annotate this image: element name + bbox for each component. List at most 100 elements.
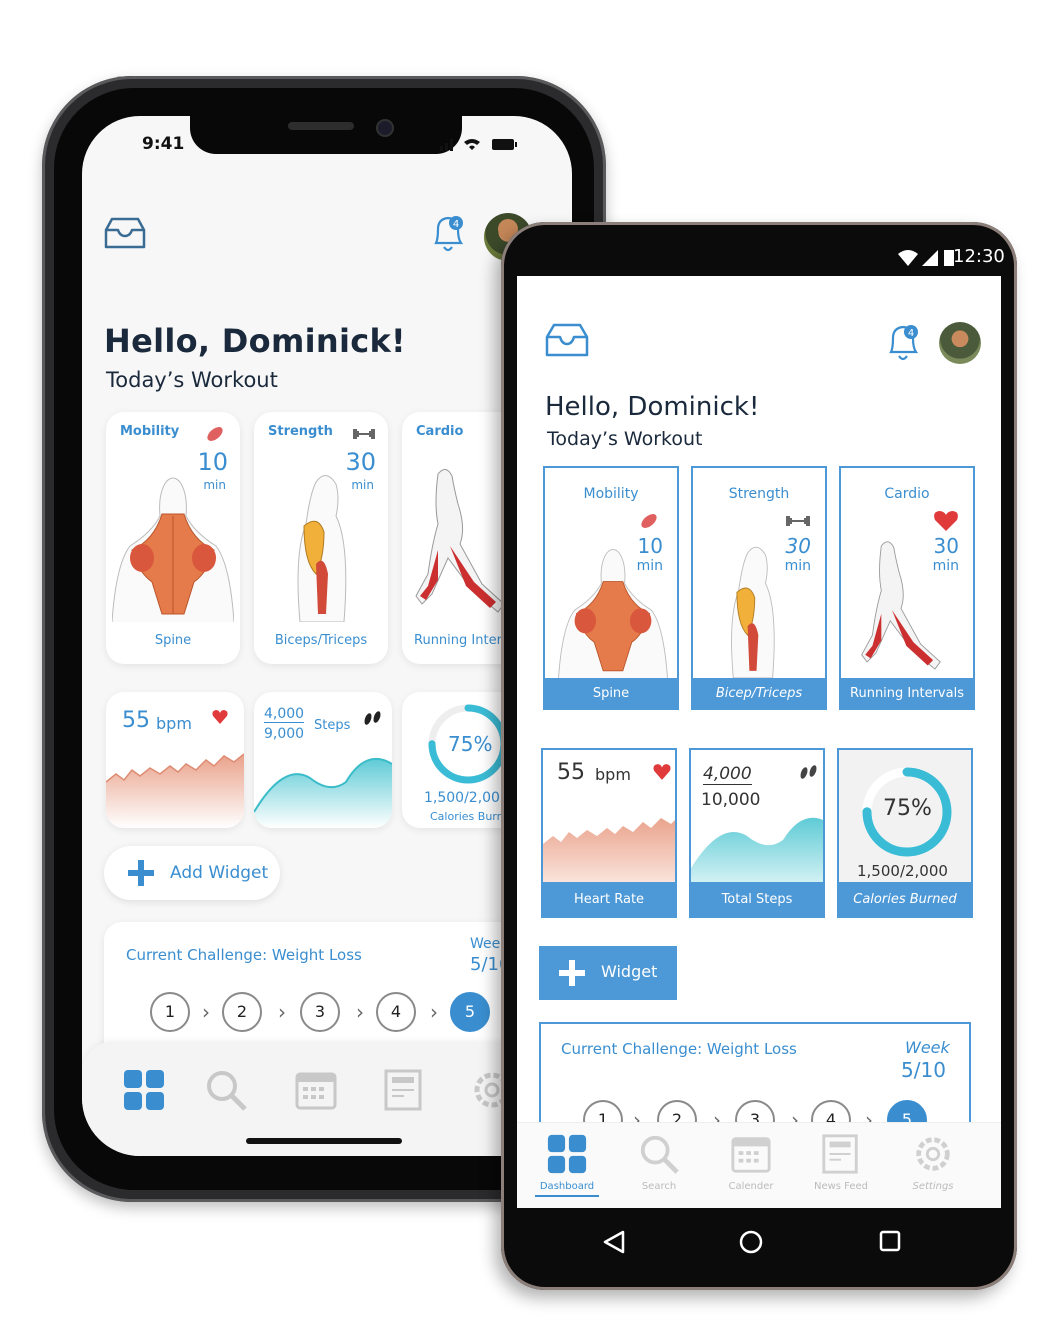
speaker bbox=[288, 122, 354, 130]
android-nav-bar bbox=[501, 1208, 1017, 1280]
arm-muscles-illustration bbox=[731, 546, 775, 678]
card-label: Biceps/Triceps bbox=[274, 633, 368, 648]
inbox-icon[interactable] bbox=[104, 216, 146, 250]
steps-current: 4,000 bbox=[264, 706, 305, 723]
footprints-icon bbox=[364, 711, 381, 725]
back-muscles-illustration bbox=[112, 477, 234, 622]
steps-chart bbox=[691, 817, 823, 886]
card-title: Cardio bbox=[416, 424, 464, 439]
chevron-right-icon: › bbox=[278, 1000, 286, 1024]
avatar[interactable] bbox=[939, 322, 981, 364]
status-icons bbox=[440, 139, 517, 151]
arm-muscles-illustration bbox=[297, 475, 347, 622]
add-widget-label: Add Widget bbox=[170, 863, 269, 883]
card-label: Spine bbox=[154, 633, 192, 648]
tab-dashboard[interactable]: Dashboard bbox=[527, 1133, 607, 1192]
tab-label: Settings bbox=[912, 1181, 954, 1192]
steps-chart bbox=[254, 758, 392, 828]
calendar-icon[interactable] bbox=[294, 1068, 338, 1112]
status-time: 9:41 bbox=[142, 134, 185, 154]
greeting: Hello, Dominick! bbox=[545, 392, 760, 422]
calories-label: Calories Burne bbox=[430, 810, 511, 823]
step-circle-active[interactable]: 5 bbox=[450, 992, 490, 1032]
section-subtitle: Today’s Workout bbox=[547, 428, 703, 450]
heart-rate-unit: bpm bbox=[156, 714, 192, 733]
workout-card-strength[interactable]: Strength 30 min Bicep/Triceps bbox=[691, 466, 827, 710]
tab-label: Dashboard bbox=[539, 1181, 595, 1192]
home-icon[interactable] bbox=[739, 1230, 763, 1254]
workout-card-mobility[interactable]: Mobility 10 min Spine bbox=[543, 466, 679, 710]
heart-rate-value: 55 bbox=[122, 708, 150, 733]
plus-icon bbox=[559, 960, 585, 986]
steps-current: 4,000 bbox=[703, 764, 752, 785]
add-widget-button[interactable]: Widget bbox=[539, 946, 677, 1000]
card-title: Mobility bbox=[120, 424, 180, 439]
status-time: 12:30 bbox=[953, 246, 1005, 267]
step-circle[interactable]: 3 bbox=[300, 992, 340, 1032]
card-label: Bicep/Triceps bbox=[691, 678, 827, 710]
tab-label: Calender bbox=[728, 1181, 774, 1192]
back-icon[interactable] bbox=[603, 1230, 625, 1254]
workout-card-strength[interactable]: Strength 30 min Biceps/Triceps bbox=[254, 412, 388, 664]
step-circle[interactable]: 2 bbox=[222, 992, 262, 1032]
steps-widget[interactable]: 4,000 9,000 Steps bbox=[254, 692, 392, 828]
heart-icon bbox=[653, 764, 671, 780]
heart-rate-unit: bpm bbox=[595, 765, 631, 784]
challenge-title: Current Challenge: Weight Loss bbox=[126, 946, 362, 964]
tab-label: News Feed bbox=[813, 1181, 869, 1192]
active-tab-indicator bbox=[535, 1195, 599, 1197]
calories-widget[interactable]: 75% 1,500/2,000 Calories Burned bbox=[837, 748, 973, 918]
steps-label: Total Steps bbox=[691, 882, 823, 916]
step-circle[interactable]: 1 bbox=[150, 992, 190, 1032]
dashboard-icon[interactable] bbox=[122, 1068, 166, 1112]
greeting: Hello, Dominick! bbox=[104, 322, 406, 360]
tab-calendar[interactable]: Calender bbox=[711, 1133, 791, 1192]
back-muscles-illustration bbox=[558, 548, 668, 678]
calories-value: 1,500/2,000 bbox=[857, 862, 948, 880]
bell-icon[interactable]: 4 bbox=[883, 320, 923, 364]
card-label: Running Intervals bbox=[839, 678, 975, 710]
inbox-icon[interactable] bbox=[545, 322, 589, 358]
tab-label: Search bbox=[641, 1181, 677, 1192]
steps-goal: 9,000 bbox=[264, 726, 305, 742]
heart-rate-widget[interactable]: 55 bpm bbox=[106, 692, 244, 828]
dashboard-icon bbox=[547, 1134, 587, 1174]
plus-icon bbox=[128, 860, 154, 886]
search-icon[interactable] bbox=[204, 1068, 248, 1112]
card-title: Strength bbox=[268, 424, 333, 439]
steps-widget[interactable]: 4,000 10,000 Total Steps bbox=[689, 748, 825, 918]
tab-search[interactable]: Search bbox=[619, 1133, 699, 1192]
news-feed-icon bbox=[822, 1134, 858, 1174]
heart-rate-widget[interactable]: 55 bpm Heart Rate bbox=[541, 748, 677, 918]
calories-percent: 75% bbox=[883, 796, 932, 821]
challenge-title: Current Challenge: Weight Loss bbox=[561, 1040, 797, 1058]
tab-news-feed[interactable]: News Feed bbox=[801, 1133, 881, 1192]
heart-icon bbox=[212, 710, 228, 724]
news-feed-icon[interactable] bbox=[382, 1068, 426, 1112]
tab-settings[interactable]: Settings bbox=[893, 1133, 973, 1192]
runner-illustration bbox=[861, 541, 941, 670]
home-indicator[interactable] bbox=[246, 1138, 402, 1144]
muscle-icon bbox=[207, 427, 223, 441]
iphone-screen: 9:41 4 Hello, Dominick! Today’s Workout … bbox=[82, 116, 572, 1156]
steps-unit: Steps bbox=[314, 718, 351, 733]
notification-badge: 4 bbox=[908, 328, 914, 339]
step-circle[interactable]: 4 bbox=[376, 992, 416, 1032]
card-title: Mobility bbox=[583, 486, 639, 502]
search-icon bbox=[640, 1135, 679, 1174]
dumbbell-icon bbox=[353, 429, 375, 439]
workout-card-mobility[interactable]: Mobility 10 min Spine bbox=[106, 412, 240, 664]
workout-card-cardio[interactable]: Cardio 30 min Running Intervals bbox=[839, 466, 975, 710]
android-screen: 4 Hello, Dominick! Today’s Workout Mobil… bbox=[517, 276, 1001, 1208]
chevron-right-icon: › bbox=[202, 1000, 210, 1024]
iphone-notch bbox=[190, 116, 462, 154]
calories-label: Calories Burned bbox=[839, 882, 971, 916]
heart-rate-chart bbox=[106, 753, 244, 828]
android-device: 12:30 4 Hello, Dominick! Today’s Workout… bbox=[501, 222, 1017, 1290]
recents-icon[interactable] bbox=[879, 1230, 901, 1252]
section-subtitle: Today’s Workout bbox=[106, 368, 278, 392]
add-widget-button[interactable]: Add Widget bbox=[104, 846, 280, 900]
bell-icon[interactable]: 4 bbox=[428, 211, 468, 255]
card-label: Spine bbox=[543, 678, 679, 710]
heart-rate-value: 55 bbox=[557, 760, 585, 785]
